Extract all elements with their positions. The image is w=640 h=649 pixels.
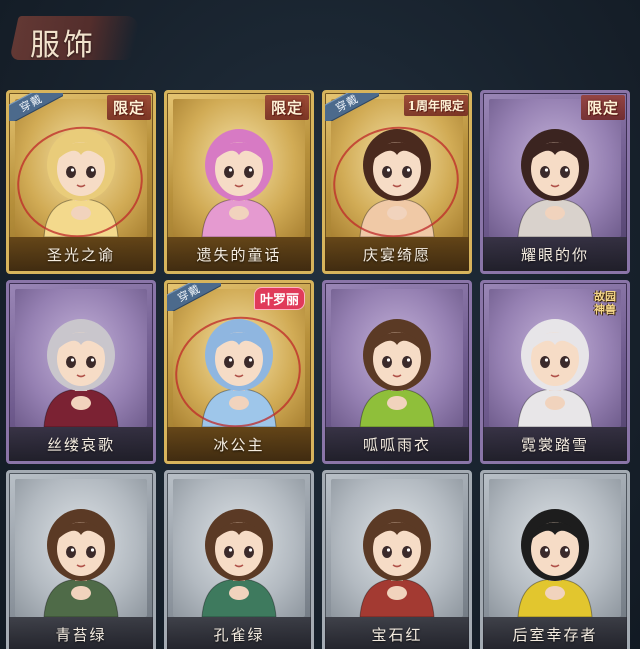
card-name-bar: 孔雀绿 (167, 617, 311, 649)
card-portrait-background (331, 289, 463, 428)
costume-name: 孔雀绿 (213, 625, 265, 644)
costume-card[interactable]: 青苔绿 (6, 470, 156, 649)
costume-name: 青苔绿 (55, 625, 107, 644)
costume-card[interactable]: 孔雀绿 (164, 470, 314, 649)
anniversary-limited-badge: 1周年限定 (403, 95, 468, 116)
costume-name: 后室幸存者 (512, 625, 598, 644)
collab-badge: 叶罗丽 (253, 287, 305, 310)
card-portrait-background (15, 289, 147, 428)
card-name-bar: 呱呱雨衣 (325, 427, 469, 461)
costume-card[interactable]: 后室幸存者 (480, 470, 630, 649)
card-name-bar: 庆宴绮愿 (325, 237, 469, 271)
character-portrait (26, 497, 136, 618)
page-title: 服饰 (30, 28, 96, 63)
costume-name: 耀眼的你 (520, 245, 589, 264)
character-portrait (500, 307, 610, 428)
card-name-bar: 霓裳踏雪 (483, 427, 627, 461)
card-name-bar: 遗失的童话 (167, 237, 311, 271)
card-name-bar: 丝缕哀歌 (9, 427, 153, 461)
character-portrait (500, 117, 610, 238)
limited-badge: 限定 (264, 95, 309, 120)
costume-name: 遗失的童话 (196, 245, 282, 264)
card-name-bar: 耀眼的你 (483, 237, 627, 271)
character-portrait (342, 497, 452, 618)
equipped-badge: 穿戴 (325, 92, 379, 121)
costume-name: 冰公主 (213, 435, 265, 454)
costume-card[interactable]: 宝石红 (322, 470, 472, 649)
costume-card[interactable]: 限定遗失的童话 (164, 90, 314, 274)
costume-name: 圣光之谕 (46, 245, 115, 264)
costume-name: 丝缕哀歌 (46, 435, 115, 454)
costume-card[interactable]: 故园 神兽霓裳踏雪 (480, 280, 630, 464)
character-portrait (26, 307, 136, 428)
card-name-bar: 青苔绿 (9, 617, 153, 649)
equipped-badge: 穿戴 (9, 92, 63, 121)
mythic-beast-badge: 故园 神兽 (594, 290, 616, 316)
character-portrait (184, 497, 294, 618)
costume-card[interactable]: 穿戴 1周年限定庆宴绮愿 (322, 90, 472, 274)
costume-card[interactable]: 限定耀眼的你 (480, 90, 630, 274)
character-portrait (342, 307, 452, 428)
costume-card[interactable]: 穿戴 限定圣光之谕 (6, 90, 156, 274)
card-name-bar: 宝石红 (325, 617, 469, 649)
card-name-bar: 圣光之谕 (9, 237, 153, 271)
card-name-bar: 冰公主 (167, 427, 311, 461)
equipped-badge-label: 穿戴 (333, 92, 361, 115)
card-portrait-background (489, 479, 621, 618)
limited-badge: 限定 (580, 95, 625, 120)
costume-name: 霓裳踏雪 (520, 435, 589, 454)
equipped-badge-label: 穿戴 (175, 282, 203, 305)
costume-name: 庆宴绮愿 (362, 245, 431, 264)
card-name-bar: 后室幸存者 (483, 617, 627, 649)
costume-card[interactable]: 丝缕哀歌 (6, 280, 156, 464)
costume-card[interactable]: 穿戴 叶罗丽冰公主 (164, 280, 314, 464)
character-portrait (184, 117, 294, 238)
costume-name: 呱呱雨衣 (362, 435, 431, 454)
section-header: 服饰 (0, 0, 640, 72)
costume-card[interactable]: 呱呱雨衣 (322, 280, 472, 464)
equipped-badge: 穿戴 (167, 282, 221, 311)
card-portrait-background (331, 479, 463, 618)
equipped-badge-label: 穿戴 (17, 92, 45, 115)
limited-badge: 限定 (106, 95, 151, 120)
character-portrait (500, 497, 610, 618)
costume-name: 宝石红 (371, 625, 423, 644)
card-portrait-background (173, 479, 305, 618)
card-portrait-background (15, 479, 147, 618)
